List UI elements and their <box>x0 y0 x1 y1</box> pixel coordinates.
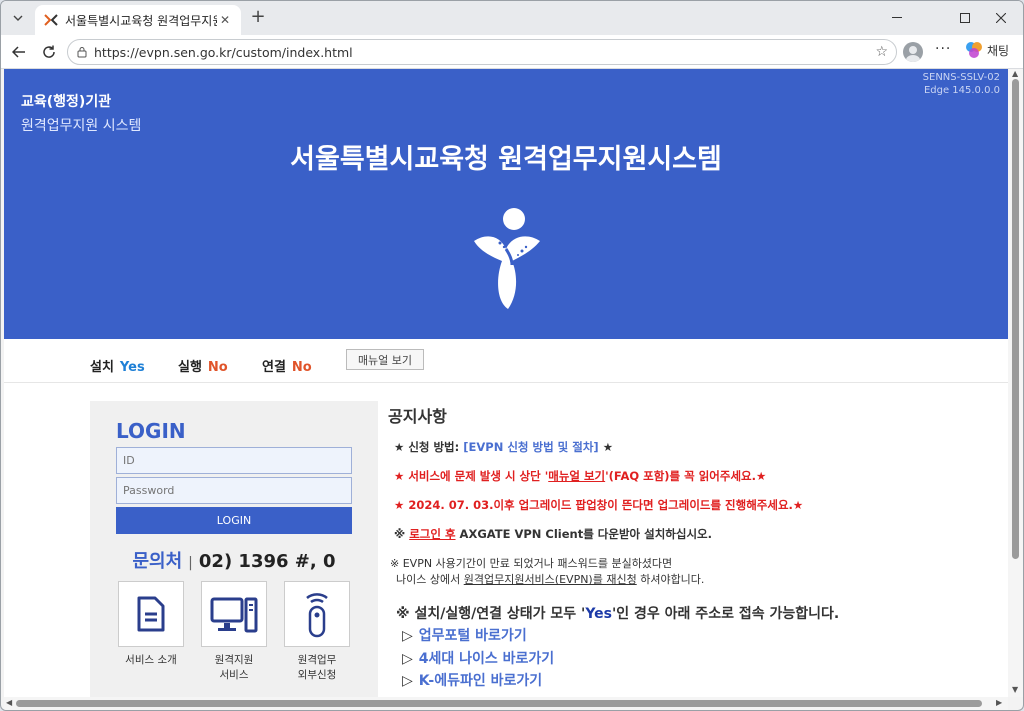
org-name: 교육(행정)기관 <box>21 94 112 110</box>
access-info: ※ 설치/실행/연결 상태가 모두 'Yes'인 경우 아래 주소로 접속 가능… <box>396 606 840 622</box>
neis-link[interactable]: ▷ 4세대 나이스 바로가기 <box>402 648 554 668</box>
notice-reapply: 나이스 상에서 원격업무지원서비스(EVPN)를 재신청 하셔야합니다. <box>396 573 705 586</box>
tab-strip: 서울특별시교육청 원격업무지원시 ✕ + <box>1 1 1023 35</box>
back-arrow-icon[interactable] <box>7 40 31 64</box>
scroll-right-icon[interactable]: ▶ <box>996 698 1002 707</box>
contact-label: 문의처 <box>132 551 183 572</box>
run-status-label: 실행 <box>178 360 202 375</box>
service-intro-tile[interactable]: 서비스 소개 <box>118 581 184 668</box>
browser-version: Edge 145.0.0.0 <box>923 85 1000 96</box>
id-input[interactable] <box>116 447 352 474</box>
chevron-down-icon <box>13 15 23 21</box>
install-status-label: 설치 <box>90 360 114 375</box>
copilot-icon <box>966 42 982 58</box>
notice-upgrade-warning: ★ 2024. 07. 03.이후 업그레이드 팝업창이 뜬다면 업그레이드를 … <box>394 498 804 512</box>
refresh-icon[interactable] <box>37 40 61 64</box>
version-code: SENNS-SSLV-02 <box>922 72 1000 83</box>
login-button[interactable]: LOGIN <box>116 507 352 534</box>
tab-list-button[interactable] <box>7 7 29 29</box>
external-apply-tile[interactable]: 원격업무 외부신청 <box>284 581 350 683</box>
connect-status-label: 연결 <box>262 360 286 375</box>
org-subtitle: 원격업무지원 시스템 <box>21 118 142 134</box>
service-intro-box[interactable] <box>118 581 184 647</box>
site-info-icon[interactable] <box>76 46 88 58</box>
horizontal-scroll-thumb[interactable] <box>16 700 982 707</box>
scroll-up-icon[interactable]: ▲ <box>1012 69 1018 78</box>
maximize-icon[interactable] <box>947 5 983 31</box>
remote-support-label: 원격지원 서비스 <box>214 654 254 681</box>
external-apply-box[interactable] <box>284 581 350 647</box>
manual-button[interactable]: 매뉴얼 보기 <box>346 349 424 370</box>
contact-info: 문의처 | 02) 1396 #, 0 <box>90 547 378 573</box>
login-panel: LOGIN LOGIN 문의처 | 02) 1396 #, 0 서비스 소개 원격지… <box>90 401 378 697</box>
password-input[interactable] <box>116 477 352 504</box>
favorite-star-icon[interactable]: ☆ <box>875 44 888 60</box>
browser-window: 서울특별시교육청 원격업무지원시 ✕ + https://evpn.sen.go… <box>0 0 1024 711</box>
close-window-icon[interactable] <box>983 5 1019 31</box>
tab-active[interactable]: 서울특별시교육청 원격업무지원시 ✕ <box>35 5 241 35</box>
tab-title: 서울특별시교육청 원격업무지원시 <box>65 13 217 28</box>
browser-toolbar: https://evpn.sen.go.kr/custom/index.html… <box>1 35 1023 69</box>
install-status: 설치 Yes <box>90 356 145 375</box>
document-icon <box>137 596 165 632</box>
hero-banner: 교육(행정)기관 원격업무지원 시스템 SENNS-SSLV-02 Edge 1… <box>4 69 1008 339</box>
apply-guide-link[interactable]: [EVPN 신청 방법 및 절차] <box>463 440 598 454</box>
vertical-scroll-thumb[interactable] <box>1012 79 1019 559</box>
remote-support-box[interactable] <box>201 581 267 647</box>
copilot-button[interactable]: 채팅 <box>965 41 1009 59</box>
scroll-down-icon[interactable]: ▼ <box>1012 685 1018 694</box>
external-apply-label: 원격업무 외부신청 <box>297 654 337 681</box>
url-text: https://evpn.sen.go.kr/custom/index.html <box>94 44 353 60</box>
service-intro-label: 서비스 소개 <box>125 654 177 666</box>
computer-icon <box>210 597 258 633</box>
run-status: 실행 No <box>178 356 228 375</box>
page-viewport: 교육(행정)기관 원격업무지원 시스템 SENNS-SSLV-02 Edge 1… <box>4 69 1008 697</box>
connect-status-value: No <box>291 360 312 375</box>
tab-close-icon[interactable]: ✕ <box>217 12 233 28</box>
login-first-text: 로그인 후 <box>409 527 456 541</box>
notice-manual-warning: ★ 서비스에 문제 발생 시 상단 '매뉴얼 보기'(FAQ 포함)를 꼭 읽어… <box>394 469 767 483</box>
new-tab-icon[interactable]: + <box>247 7 269 29</box>
remote-signal-icon <box>306 593 328 638</box>
scroll-left-icon[interactable]: ◀ <box>6 698 12 707</box>
manual-link[interactable]: 매뉴얼 보기 <box>548 469 605 483</box>
login-heading: LOGIN <box>116 419 186 443</box>
notice-title: 공지사항 <box>388 407 447 426</box>
vertical-scrollbar[interactable]: ▲ ▼ <box>1008 69 1023 697</box>
minimize-icon[interactable] <box>879 5 915 31</box>
copilot-label: 채팅 <box>987 43 1010 58</box>
remote-support-tile[interactable]: 원격지원 서비스 <box>201 581 267 683</box>
address-bar[interactable]: https://evpn.sen.go.kr/custom/index.html… <box>67 39 897 65</box>
connect-status: 연결 No <box>262 356 312 375</box>
education-office-logo-icon <box>474 208 540 309</box>
more-menu-icon[interactable]: ··· <box>935 41 951 57</box>
site-favicon-icon <box>43 12 59 28</box>
edufine-link[interactable]: ▷ K-에듀파인 바로가기 <box>402 670 542 690</box>
status-row: 설치 Yes 실행 No 연결 No 매뉴얼 보기 <box>4 339 1008 383</box>
contact-phone: 02) 1396 #, 0 <box>198 551 336 572</box>
horizontal-scrollbar[interactable]: ◀ ▶ <box>4 697 1008 710</box>
run-status-value: No <box>207 360 228 375</box>
notice-client-install: ※ 로그인 후 AXGATE VPN Client를 다운받아 설치하십시오. <box>394 527 712 541</box>
contact-separator: | <box>188 555 193 571</box>
install-status-value: Yes <box>119 360 145 375</box>
notice-expiry: ※ EVPN 사용기간이 만료 되었거나 패스워드를 분실하셨다면 <box>390 557 673 570</box>
portal-link[interactable]: ▷ 업무포털 바로가기 <box>402 625 527 645</box>
profile-avatar[interactable] <box>903 42 923 62</box>
page-title: 서울특별시교육청 원격업무지원시스템 <box>290 144 722 175</box>
notice-apply-method: ★ 신청 방법: [EVPN 신청 방법 및 절차] ★ <box>394 440 613 454</box>
